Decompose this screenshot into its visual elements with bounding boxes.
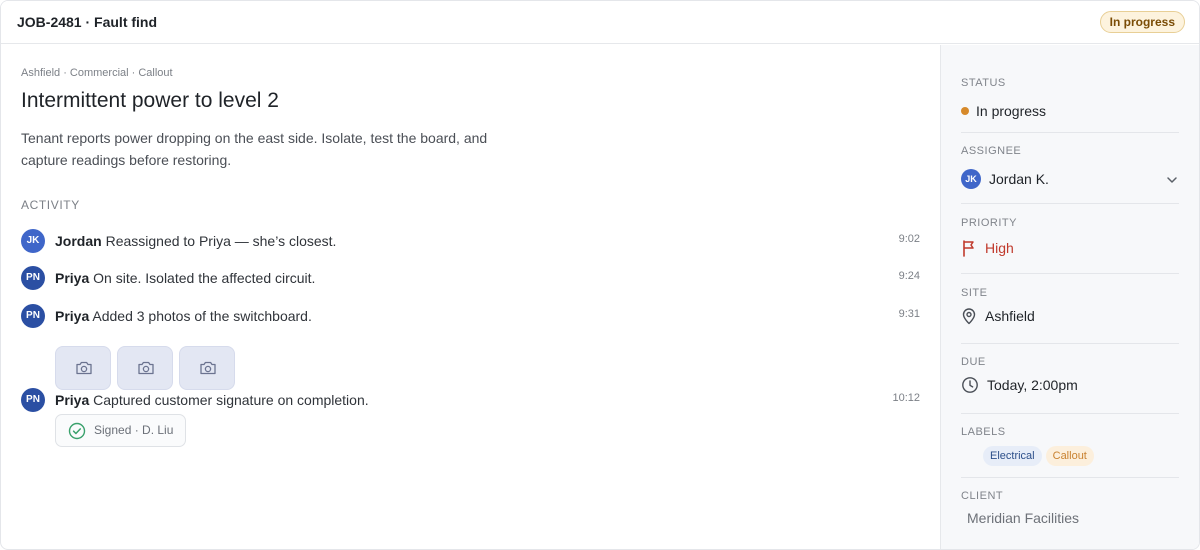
client-text: Meridian Facilities — [967, 510, 1080, 526]
priority-field: PRIORITY High — [961, 217, 1179, 257]
top-bar: JOB-2481 · Fault find In progress — [1, 1, 1199, 44]
signature-chip-label: Signed · D. Liu — [94, 423, 174, 437]
status-field: STATUS In progress — [961, 77, 1179, 119]
activity-time: 10:12 — [892, 392, 920, 404]
labels-field: LABELS Electrical Callout — [961, 426, 1179, 466]
activity-entry-text: Priya On site. Isolated the affected cir… — [55, 270, 315, 286]
divider — [961, 343, 1179, 344]
label-tag-callout[interactable]: Callout — [1045, 446, 1094, 466]
labels-label: LABELS — [961, 426, 1006, 438]
activity-entry-text: Jordan Reassigned to Priya — she’s close… — [55, 233, 336, 249]
photo-thumbnail[interactable] — [179, 346, 235, 390]
site-field: SITE Ashfield — [961, 287, 1179, 325]
activity-entry-text: Priya Added 3 photos of the switchboard. — [55, 308, 312, 324]
flag-icon — [963, 240, 974, 257]
assignee-select[interactable]: JK Jordan K. — [961, 169, 1179, 189]
photo-thumbnail[interactable] — [55, 346, 111, 390]
due-value[interactable]: Today, 2:00pm — [961, 376, 1078, 394]
chevron-down-icon — [1167, 177, 1177, 183]
avatar: PN — [21, 304, 45, 328]
labels-list: Electrical Callout — [983, 446, 1098, 466]
breadcrumb: Ashfield · Commercial · Callout — [21, 67, 173, 79]
activity-time: 9:02 — [898, 233, 920, 245]
status-value[interactable]: In progress — [961, 103, 1046, 119]
page-title: Intermittent power to level 2 — [21, 89, 279, 112]
activity-section-label: ACTIVITY — [21, 198, 80, 212]
divider — [961, 273, 1179, 274]
due-text: Today, 2:00pm — [987, 377, 1078, 393]
avatar: PN — [21, 266, 45, 290]
activity-entry: PN Priya Added 3 photos of the switchboa… — [21, 304, 921, 394]
activity-author: Priya — [55, 392, 90, 408]
photo-thumbnail[interactable] — [117, 346, 173, 390]
client-label: CLIENT — [961, 490, 1004, 502]
job-detail-window: JOB-2481 · Fault find In progress Ashfie… — [0, 0, 1200, 550]
activity-entry: PN Priya On site. Isolated the affected … — [21, 266, 921, 292]
job-header-title: JOB-2481 · Fault find — [17, 14, 158, 30]
priority-label: PRIORITY — [961, 217, 1017, 229]
site-label: SITE — [961, 287, 988, 299]
activity-entry: PN Priya Captured customer signature on … — [21, 388, 921, 450]
priority-text: High — [985, 240, 1014, 256]
activity-time: 9:24 — [898, 270, 920, 282]
label-tag-electrical[interactable]: Electrical — [983, 446, 1042, 466]
avatar: JK — [21, 229, 45, 253]
status-badge: In progress — [1099, 11, 1185, 33]
activity-time: 9:31 — [898, 308, 920, 320]
job-description: Tenant reports power dropping on the eas… — [21, 130, 488, 168]
camera-icon — [200, 361, 216, 375]
divider — [961, 203, 1179, 204]
signature-chip[interactable]: Signed · D. Liu — [55, 414, 187, 447]
client-value: Meridian Facilities — [967, 510, 1079, 526]
activity-message: Added 3 photos of the switchboard. — [92, 308, 312, 324]
camera-icon — [76, 361, 92, 375]
activity-author: Priya — [55, 308, 90, 324]
check-circle-icon — [68, 422, 86, 440]
status-text: In progress — [976, 103, 1047, 119]
avatar: PN — [21, 388, 45, 412]
assignee-name: Jordan K. — [989, 171, 1049, 187]
priority-value[interactable]: High — [961, 239, 1014, 257]
divider — [961, 413, 1179, 414]
map-pin-icon — [962, 308, 976, 325]
divider — [961, 132, 1179, 133]
activity-entry-text: Priya Captured customer signature on com… — [55, 392, 369, 408]
due-label: DUE — [961, 356, 986, 368]
activity-entry: JK Jordan Reassigned to Priya — she’s cl… — [21, 229, 921, 255]
site-text: Ashfield — [985, 308, 1035, 324]
activity-author: Priya — [55, 270, 90, 286]
status-label: STATUS — [961, 77, 1006, 89]
activity-message: Reassigned to Priya — she’s closest. — [105, 233, 337, 249]
assignee-label: ASSIGNEE — [961, 145, 1022, 157]
activity-author: Jordan — [55, 233, 102, 249]
status-dot-icon — [961, 107, 969, 115]
due-field: DUE Today, 2:00pm — [961, 356, 1179, 393]
assignee-field: ASSIGNEE JK Jordan K. — [961, 145, 1179, 195]
job-sidebar: STATUS In progress ASSIGNEE JK Jordan K.… — [940, 45, 1199, 549]
clock-icon — [962, 377, 978, 393]
avatar: JK — [961, 169, 981, 189]
client-field: CLIENT Meridian Facilities — [961, 490, 1179, 526]
camera-icon — [138, 361, 154, 375]
job-main-panel: Ashfield · Commercial · Callout Intermit… — [1, 45, 940, 549]
divider — [961, 477, 1179, 478]
activity-message: On site. Isolated the affected circuit. — [93, 270, 316, 286]
site-value[interactable]: Ashfield — [961, 307, 1035, 325]
activity-message: Captured customer signature on completio… — [93, 392, 369, 408]
